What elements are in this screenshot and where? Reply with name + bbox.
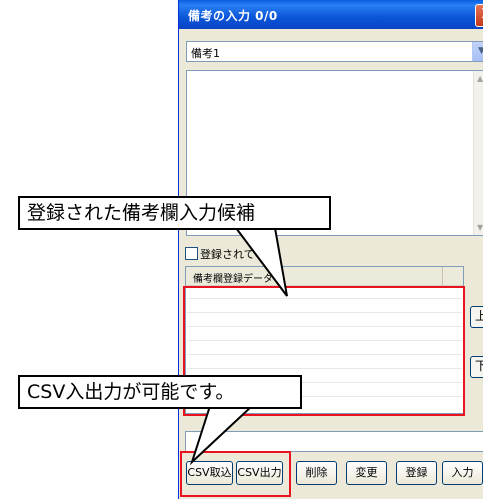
- candidates-callout-pointer: [234, 227, 288, 297]
- csv-callout: CSV入出力が可能です。: [18, 375, 302, 409]
- callout-pointers: [189, 227, 288, 466]
- csv-callout-pointer: [189, 405, 255, 466]
- memo-candidates-callout: 登録された備考欄入力候補: [18, 196, 331, 230]
